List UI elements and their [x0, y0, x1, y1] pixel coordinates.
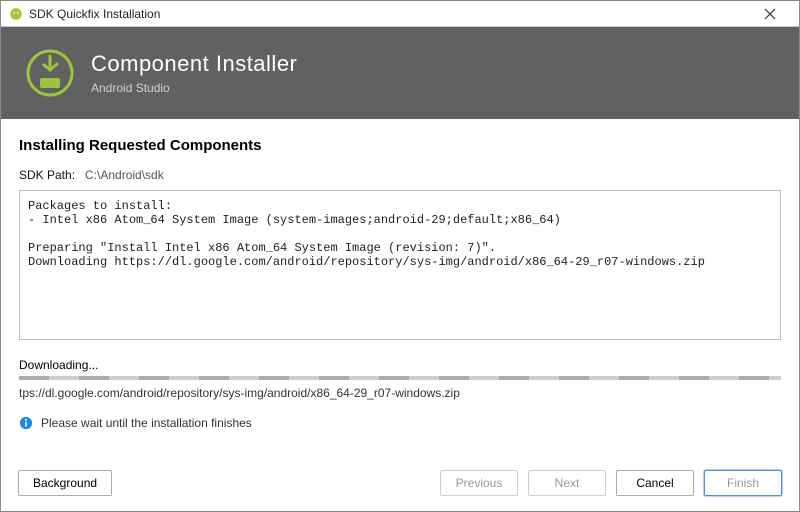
banner: Component Installer Android Studio — [1, 27, 799, 119]
window-title: SDK Quickfix Installation — [29, 7, 753, 21]
next-button: Next — [528, 470, 606, 496]
section-title: Installing Requested Components — [19, 137, 781, 154]
finish-button: Finish — [704, 470, 782, 496]
sdk-path-value: C:\Android\sdk — [85, 168, 164, 182]
cancel-button[interactable]: Cancel — [616, 470, 694, 496]
android-logo-icon — [9, 7, 23, 21]
background-button[interactable]: Background — [18, 470, 112, 496]
status-text: Downloading... — [19, 358, 781, 372]
wait-message: Please wait until the installation finis… — [41, 416, 252, 430]
wait-message-row: Please wait until the installation finis… — [19, 416, 781, 430]
titlebar: SDK Quickfix Installation — [1, 1, 799, 27]
sdk-path-row: SDK Path: C:\Android\sdk — [19, 168, 781, 182]
installer-icon — [25, 48, 75, 98]
info-icon — [19, 416, 33, 430]
close-icon — [764, 8, 776, 20]
sdk-path-label: SDK Path: — [19, 168, 75, 182]
progress-bar — [19, 376, 781, 380]
close-button[interactable] — [753, 1, 793, 27]
banner-heading: Component Installer — [91, 51, 297, 77]
previous-button: Previous — [440, 470, 518, 496]
install-log[interactable]: Packages to install: - Intel x86 Atom_64… — [19, 190, 781, 340]
button-row: Background Previous Next Cancel Finish — [0, 458, 800, 512]
banner-sub: Android Studio — [91, 81, 297, 95]
detail-text: tps://dl.google.com/android/repository/s… — [19, 386, 781, 400]
